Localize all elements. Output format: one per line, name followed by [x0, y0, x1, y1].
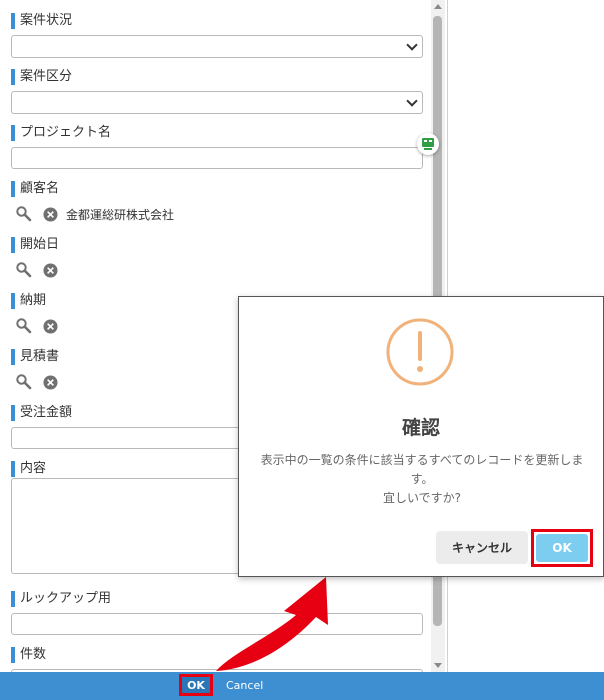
dialog-message-line: 表示中の一覧の条件に該当するすべてのレコードを更新しま — [260, 453, 584, 467]
clear-icon[interactable] — [43, 262, 58, 278]
chevron-down-icon — [406, 39, 418, 51]
dialog-title: 確認 — [401, 417, 440, 439]
lookup-row: 金都運総研株式会社 — [15, 205, 174, 223]
dialog-ok-button[interactable]: OK — [536, 534, 588, 562]
case-category-select[interactable] — [11, 91, 423, 114]
field-label: 受注金額 — [11, 405, 72, 421]
lookup-row — [15, 373, 66, 391]
dialog-message: 表示中の一覧の条件に該当するすべてのレコードを更新しま す。 宜しいですか? — [247, 451, 597, 508]
field-label: 納期 — [11, 293, 46, 309]
field-label: 見積書 — [11, 349, 59, 365]
search-icon[interactable] — [15, 205, 33, 223]
confirm-dialog: 確認 表示中の一覧の条件に該当するすべてのレコードを更新しま す。 宜しいですか… — [238, 296, 604, 577]
bot-icon — [422, 138, 434, 150]
floating-widget-button[interactable] — [417, 133, 439, 155]
lookup-row — [15, 261, 66, 279]
footer-ok-button[interactable]: OK — [179, 674, 213, 696]
customer-name-value: 金都運総研株式会社 — [66, 207, 175, 222]
case-status-select[interactable] — [11, 35, 423, 58]
field-label: ルックアップ用 — [11, 591, 111, 607]
clear-icon[interactable] — [43, 318, 58, 334]
red-arrow-annotation — [216, 577, 328, 671]
clear-icon[interactable] — [43, 374, 58, 390]
scroll-down-icon[interactable] — [434, 663, 442, 668]
field-label: 案件状況 — [11, 13, 72, 29]
field-label: 件数 — [11, 647, 46, 663]
footer-cancel-button[interactable]: Cancel — [226, 672, 263, 700]
clear-icon[interactable] — [43, 206, 58, 222]
search-icon[interactable] — [15, 373, 33, 391]
search-icon[interactable] — [15, 261, 33, 279]
exclamation-circle-icon — [386, 318, 454, 386]
field-label: 内容 — [11, 461, 46, 477]
chevron-down-icon — [406, 95, 418, 107]
dialog-ok-highlight: OK — [531, 529, 593, 567]
field-label: 顧客名 — [11, 181, 59, 197]
field-label: プロジェクト名 — [11, 125, 111, 141]
dialog-cancel-button[interactable]: キャンセル — [436, 531, 528, 564]
project-name-input[interactable] — [11, 147, 423, 169]
field-label: 案件区分 — [11, 69, 72, 85]
search-icon[interactable] — [15, 317, 33, 335]
dialog-message-line: 宜しいですか? — [382, 491, 461, 505]
scroll-up-icon[interactable] — [434, 4, 442, 9]
lookup-row — [15, 317, 66, 335]
field-label: 開始日 — [11, 237, 59, 253]
dialog-message-line: す。 — [410, 472, 434, 486]
footer-bar — [0, 672, 604, 700]
